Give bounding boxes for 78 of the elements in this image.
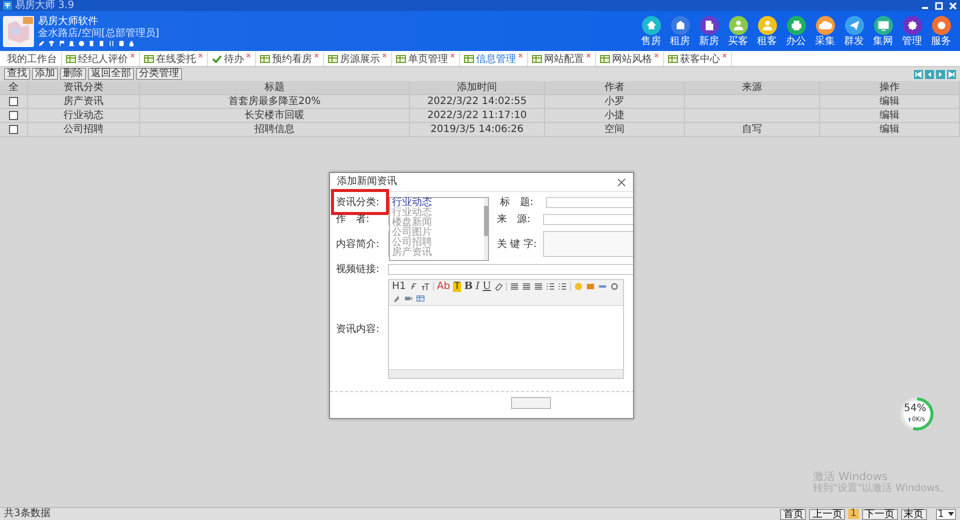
field-label: 标 题: — [500, 196, 534, 209]
table-cell: 2019/3/5 14:06:26 — [410, 123, 545, 136]
column-header: 资讯分类 — [28, 81, 140, 94]
heading-dropdown[interactable]: H1 — [392, 282, 406, 292]
table-cell: 房产资讯 — [28, 95, 140, 108]
category-dropdown-menu[interactable]: 行业动态 行业动态 楼盘新闻 公司图片 公司招聘 房产资讯 — [389, 197, 489, 261]
nav-button[interactable]: 管理 — [902, 16, 922, 46]
field-label: 来 源: — [497, 212, 532, 226]
toolbar-button[interactable]: 添加 — [32, 68, 58, 80]
column-header: 添加时间 — [410, 81, 545, 94]
pager-button[interactable]: 下一页 — [862, 508, 898, 520]
table-cell: 小罗 — [545, 95, 685, 108]
tab[interactable]: 预约看房 — [256, 52, 324, 66]
edit-link[interactable]: 编辑 — [820, 109, 960, 122]
dialog-title: 添加新闻资讯 — [337, 174, 397, 189]
field-label: 资讯内容: — [336, 322, 380, 336]
app-name: 易房大师软件 — [38, 16, 99, 26]
table-cell: 首套房最多降至20% — [140, 95, 410, 108]
tab[interactable]: 我的工作台 — [3, 52, 62, 66]
record-count: 共3条数据 — [4, 508, 50, 520]
nav-button[interactable]: 集网 — [873, 16, 893, 46]
column-header: 标题 — [140, 81, 410, 94]
tab[interactable]: 信息管理 — [460, 52, 528, 66]
table-cell: 2022/3/22 11:17:10 — [410, 109, 545, 122]
table-cell: 长安楼市回暖 — [140, 109, 410, 122]
table-cell: 招聘信息 — [140, 123, 410, 136]
edit-link[interactable]: 编辑 — [820, 95, 960, 108]
tab[interactable]: 经纪人评价 — [62, 52, 140, 66]
table-cell: 自写 — [685, 123, 820, 136]
toolbar-button[interactable]: 分类管理 — [136, 68, 182, 80]
user-info: 金水路店/空间[总部管理员] — [38, 28, 160, 38]
tab[interactable]: 在线委托 — [140, 52, 208, 66]
nav-button[interactable]: 买客 — [728, 16, 748, 46]
tab[interactable]: 房源展示 — [324, 52, 392, 66]
field-label: 内容简介: — [336, 238, 380, 251]
column-header: 来源 — [685, 81, 820, 94]
toolbar-button[interactable]: 查找 — [4, 68, 30, 80]
nav-button[interactable]: 群发 — [844, 16, 864, 46]
nav-button[interactable]: 新房 — [699, 16, 719, 46]
column-header: 全 — [0, 81, 28, 94]
field-label: 关 键 字: — [497, 238, 538, 251]
italic-button[interactable]: I — [476, 282, 480, 292]
rich-text-editor[interactable]: H1 Ab T B I U — [388, 279, 624, 379]
nav-button[interactable]: 服务 — [931, 16, 951, 46]
field-label: 视频链接: — [336, 262, 380, 276]
table-cell: 2022/3/22 14:02:55 — [410, 95, 545, 108]
list-option[interactable]: 行业动态 — [392, 198, 484, 208]
tab[interactable]: 获客中心 — [664, 52, 732, 66]
pager-button[interactable]: 末页 — [900, 508, 927, 520]
nav-button[interactable]: 租客 — [757, 16, 777, 46]
pager-button[interactable]: 首页 — [780, 508, 806, 520]
nav-button[interactable]: 采集 — [815, 16, 835, 46]
column-header: 操作 — [820, 81, 960, 94]
font-color-button[interactable]: Ab — [436, 282, 450, 292]
tab[interactable]: 待办 — [208, 52, 256, 66]
column-header: 作者 — [545, 81, 685, 94]
speed-reading: 54% — [904, 404, 926, 414]
underline-button[interactable]: U — [482, 282, 492, 292]
table-cell: 公司招聘 — [28, 123, 140, 136]
edit-link[interactable]: 编辑 — [820, 123, 960, 136]
field-label: 资讯分类: — [336, 196, 380, 209]
nav-button[interactable]: 售房 — [641, 16, 661, 46]
table-cell: 空间 — [545, 123, 685, 136]
tab[interactable]: 网站风格 — [596, 52, 664, 66]
table-cell: 行业动态 — [28, 109, 140, 122]
current-page: 1 — [848, 509, 859, 519]
page-select[interactable]: 1 — [936, 508, 956, 520]
nav-button[interactable]: 租房 — [670, 16, 690, 46]
highlight-button[interactable]: T — [453, 282, 462, 292]
toolbar-button[interactable]: 返回全部 — [88, 68, 134, 80]
bold-button[interactable]: B — [464, 282, 473, 292]
table-cell: 小捷 — [545, 109, 685, 122]
toolbar-button[interactable]: 删除 — [60, 68, 86, 80]
pager-button[interactable]: 上一页 — [809, 508, 846, 520]
tab[interactable]: 单页管理 — [392, 52, 460, 66]
field-label: 作 者: — [336, 212, 370, 226]
nav-button[interactable]: 办公 — [786, 16, 806, 46]
tab[interactable]: 网站配置 — [528, 52, 596, 66]
